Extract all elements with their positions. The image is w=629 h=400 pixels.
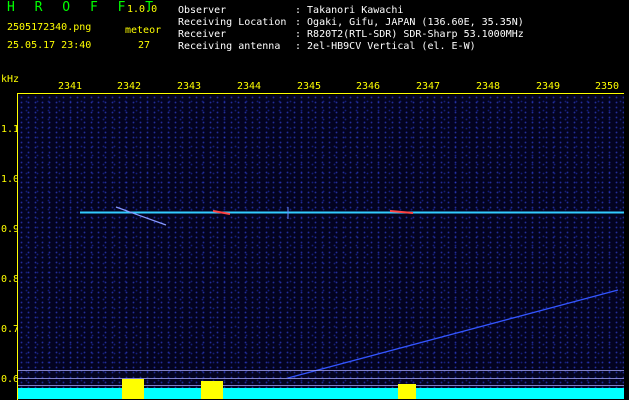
antenna-value: : 2el-HB9CV Vertical (el. E-W) (295, 41, 476, 52)
observer-label: Observer (178, 5, 227, 16)
drift-trace (287, 289, 619, 379)
histogram-peak (201, 381, 223, 399)
receiver-label: Receiver (178, 29, 227, 40)
x-tick-label: 2347 (416, 81, 441, 92)
antenna-label: Receiving antenna (178, 41, 281, 52)
receiver-value: : R820T2(RTL-SDR) SDR-Sharp 53.1000MHz (295, 29, 524, 40)
meteor-trail (115, 206, 167, 226)
x-tick-label: 2346 (356, 81, 381, 92)
x-tick-label: 2343 (177, 81, 202, 92)
meteor-label: meteor (125, 25, 162, 36)
x-tick-label: 2345 (297, 81, 322, 92)
date-time: 25.05.17 23:40 (7, 40, 92, 51)
file-name: 2505172340.png (7, 22, 92, 33)
x-tick-label: 2350 (595, 81, 620, 92)
app-version: 1.0.0 (127, 4, 158, 15)
y-axis-line (17, 93, 18, 400)
x-tick-label: 2349 (536, 81, 561, 92)
signal-histogram (18, 388, 624, 399)
x-tick-label: 2342 (117, 81, 142, 92)
observer-value: : Takanori Kawachi (295, 5, 404, 16)
header-panel: H R O F F T 1.0.0 2505172340.png meteor … (0, 0, 629, 72)
histogram-peak (122, 379, 144, 399)
x-tick-label: 2348 (476, 81, 501, 92)
x-tick-label: 2344 (237, 81, 262, 92)
y-unit-label: kHz (1, 74, 20, 85)
location-value: : Ogaki, Gifu, JAPAN (136.60E, 35.35N) (295, 17, 524, 28)
location-label: Receiving Location (178, 17, 287, 28)
meteor-count: 27 (138, 40, 151, 51)
x-axis-line (18, 93, 624, 94)
spectrogram (18, 95, 624, 399)
x-tick-label: 2341 (58, 81, 83, 92)
spectrogram-traces (18, 206, 624, 399)
histogram-peak (398, 384, 416, 399)
